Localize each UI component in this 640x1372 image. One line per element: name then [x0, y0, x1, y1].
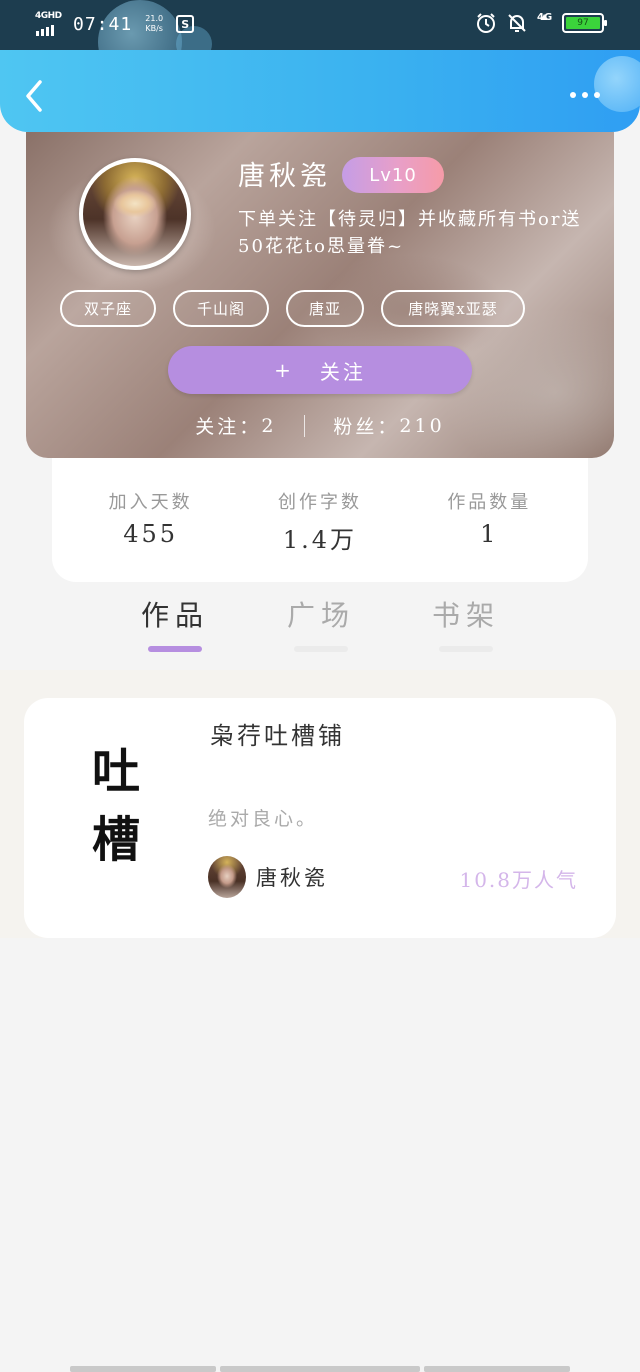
following-count[interactable]: 2: [261, 415, 276, 437]
tag-chip[interactable]: 千山阁: [173, 290, 269, 327]
level-badge: Lv10: [342, 157, 444, 193]
user-bio: 下单关注【待灵归】并收藏所有书or送50花花to思量眷~: [238, 209, 582, 257]
nav-handle: [70, 1366, 216, 1372]
stat-work-count: 作品数量 1: [419, 458, 559, 582]
cover-text: 吐: [91, 744, 140, 800]
follow-button-label: 关注: [319, 359, 366, 384]
divider: [304, 414, 306, 437]
nav-handle: [220, 1366, 420, 1372]
tab-label: 广场: [286, 599, 355, 632]
fans-count[interactable]: 210: [399, 415, 444, 437]
cover-text: 槽: [91, 812, 140, 868]
author-name[interactable]: 唐秋瓷: [256, 862, 328, 892]
battery-icon: 97: [562, 13, 607, 33]
tag-chip[interactable]: 双子座: [60, 290, 156, 327]
alarm-icon: [477, 13, 495, 33]
network-speed-value: 21.0: [145, 14, 164, 23]
works-list: 吐 槽 枭荇吐槽铺 绝对良心。 唐秋瓷 10.8万人气: [0, 670, 640, 938]
network-speed-unit: KB/s: [145, 24, 163, 33]
stat-label: 作品数量: [447, 492, 532, 513]
book-cover[interactable]: 吐 槽: [74, 738, 158, 874]
stats-card: 加入天数 455 创作字数 1.4万 作品数量 1: [52, 458, 588, 582]
clock: 07:41: [73, 13, 133, 35]
stat-value: 1.4万: [282, 526, 358, 554]
stat-label: 加入天数: [108, 492, 193, 513]
tag-chip[interactable]: 唐晓翼x亚瑟: [381, 290, 525, 327]
tab-square[interactable]: 广场: [266, 594, 376, 652]
bell-muted-icon: [508, 14, 526, 32]
stat-word-count: 创作字数 1.4万: [250, 458, 390, 582]
tab-indicator: [439, 646, 493, 652]
more-button[interactable]: [570, 92, 600, 98]
follow-button[interactable]: + 关注: [168, 346, 472, 394]
popularity-count: 10.8万人气: [459, 868, 578, 892]
work-title[interactable]: 枭荇吐槽铺: [210, 716, 345, 751]
tab-indicator: [294, 646, 348, 652]
nav-handle: [424, 1366, 570, 1372]
follow-counts: 关注： 2 粉丝： 210: [26, 412, 614, 439]
tab-bar: 作品 广场 书架: [0, 594, 640, 662]
stat-label: 创作字数: [277, 492, 362, 513]
stat-value: 1: [480, 520, 499, 548]
work-card[interactable]: 吐 槽 枭荇吐槽铺 绝对良心。 唐秋瓷 10.8万人气: [24, 698, 616, 938]
chevron-left-icon: [26, 80, 42, 112]
author-avatar[interactable]: [208, 856, 246, 898]
mobile-data-icon: 4G ▲: [537, 12, 553, 23]
network-type: 4GHD: [35, 11, 62, 21]
network-speed: 21.0 KB/s: [142, 14, 166, 34]
dot-icon: [594, 92, 600, 98]
tag-list: 双子座 千山阁 唐亚 唐晓翼x亚瑟: [60, 290, 525, 327]
dot-icon: [582, 92, 588, 98]
bottom-nav-handles: [0, 1366, 640, 1372]
avatar[interactable]: [79, 158, 191, 270]
signal-icon: 4GHD: [35, 11, 63, 36]
fans-label: 粉丝：: [333, 416, 400, 438]
tab-label: 书架: [431, 599, 500, 632]
stat-value: 455: [123, 520, 179, 548]
tab-label: 作品: [140, 599, 209, 632]
decorative-bubble: [594, 56, 640, 112]
status-bar: 4GHD 07:41 21.0 KB/s S 4G ▲ 97: [0, 0, 640, 50]
tab-works[interactable]: 作品: [120, 594, 230, 652]
battery-level: 97: [566, 17, 600, 29]
back-button[interactable]: [20, 78, 50, 114]
work-description: 绝对良心。: [208, 808, 319, 830]
dot-icon: [570, 92, 576, 98]
tab-bookshelf[interactable]: 书架: [411, 594, 521, 652]
tag-chip[interactable]: 唐亚: [286, 290, 364, 327]
stat-join-days: 加入天数 455: [81, 458, 221, 582]
s-icon: S: [176, 15, 195, 33]
tab-indicator: [148, 646, 202, 652]
header-bar: [0, 50, 640, 132]
following-label: 关注：: [195, 416, 262, 438]
user-name: 唐秋瓷: [238, 161, 331, 192]
profile-card: 唐秋瓷 Lv10 下单关注【待灵归】并收藏所有书or送50花花to思量眷~ 双子…: [26, 132, 614, 458]
plus-icon: +: [274, 358, 294, 382]
